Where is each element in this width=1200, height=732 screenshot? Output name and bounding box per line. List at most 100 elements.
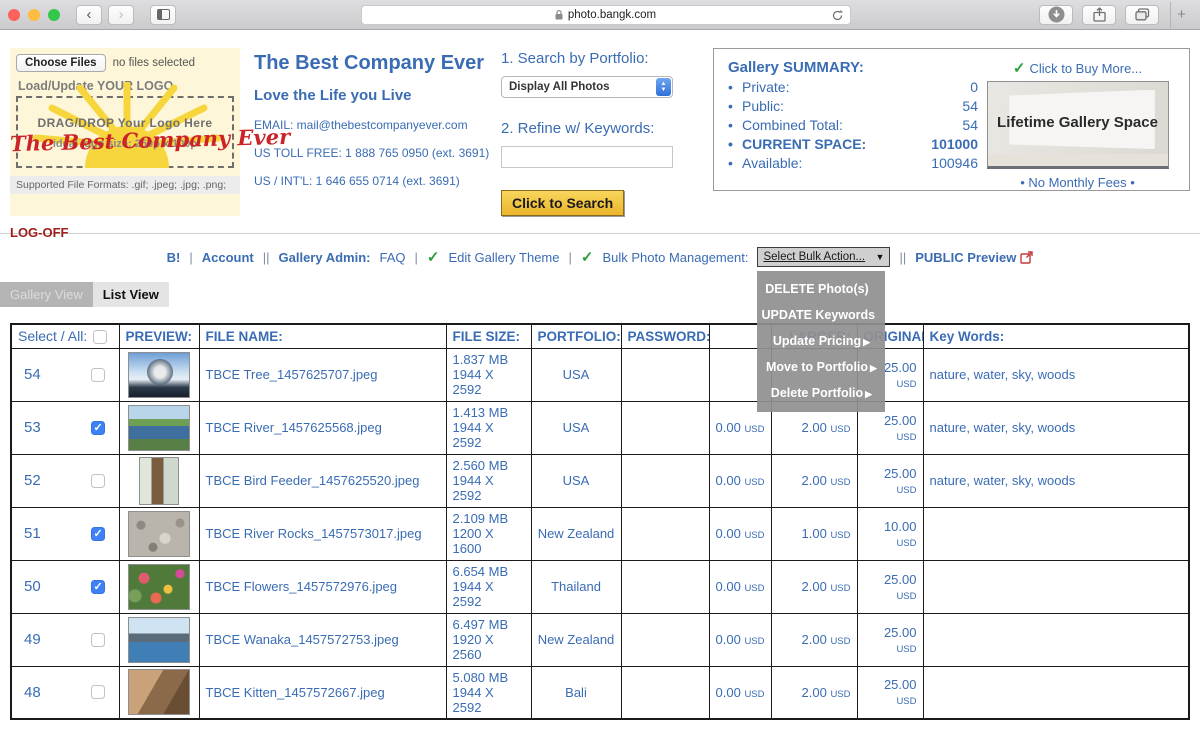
bulk-menu-item[interactable]: Update Pricing▶	[757, 328, 885, 354]
row-portfolio-cell: Bali	[531, 666, 621, 719]
row-web-price-cell: 0.00 USD	[709, 560, 771, 613]
close-window-button[interactable]	[8, 9, 20, 21]
admin-navbar: B! | Account || Gallery Admin: FAQ | ✓ E…	[0, 246, 1200, 268]
row-keywords-cell: nature, water, sky, woods	[923, 454, 1189, 507]
logo-dropzone[interactable]: DRAG/DROP Your Logo Here ideal logo size…	[16, 96, 234, 168]
row-select-cell: 51	[11, 507, 119, 560]
nav-faq-link[interactable]: FAQ	[379, 250, 405, 265]
bulk-menu-item[interactable]: DELETE Photo(s)▶	[757, 276, 885, 302]
choose-files-button[interactable]: Choose Files	[16, 54, 106, 72]
row-filename-cell: TBCE Kitten_1457572667.jpeg	[199, 666, 446, 719]
load-logo-label: Load/Update YOUR LOGO	[18, 79, 234, 93]
select-stepper-icon: ▲ ▼	[656, 78, 671, 96]
file-name-link[interactable]: TBCE Kitten_1457572667.jpeg	[206, 685, 385, 700]
larger-price: 1.00	[802, 526, 827, 541]
row-checkbox[interactable]	[91, 474, 105, 488]
original-price: 25.00	[884, 360, 917, 375]
bulk-menu-item[interactable]: UPDATE Keywords▶	[757, 302, 885, 328]
zoom-window-button[interactable]	[48, 9, 60, 21]
forward-button[interactable]: ›	[108, 5, 134, 25]
photo-thumbnail[interactable]	[128, 669, 190, 715]
search-button[interactable]: Click to Search	[501, 190, 624, 216]
summary-row: • Public: 54	[728, 98, 978, 114]
sidebar-button[interactable]	[150, 5, 176, 25]
larger-price: 2.00	[802, 579, 827, 594]
file-size: 1.837 MB	[453, 352, 525, 367]
public-preview-link[interactable]: PUBLIC Preview	[915, 250, 1033, 265]
photo-thumbnail[interactable]	[128, 617, 190, 663]
row-keywords-cell: nature, water, sky, woods	[923, 348, 1189, 401]
table-header-row: Select / All: PREVIEW: FILE NAME: FILE S…	[11, 324, 1189, 348]
address-bar[interactable]: photo.bangk.com	[361, 5, 851, 25]
header-filesize: FILE SIZE:	[446, 324, 531, 348]
downloads-button[interactable]	[1039, 5, 1073, 25]
back-button[interactable]: ‹	[76, 5, 102, 25]
tab-overview-button[interactable]	[1125, 5, 1159, 25]
nav-b-link[interactable]: B!	[167, 250, 181, 265]
row-keywords-cell	[923, 613, 1189, 666]
url-text: photo.bangk.com	[568, 9, 656, 21]
summary-row: • Combined Total: 54	[728, 117, 978, 133]
file-name-link[interactable]: TBCE River Rocks_1457573017.jpeg	[206, 526, 422, 541]
file-name-link[interactable]: TBCE Tree_1457625707.jpeg	[206, 367, 378, 382]
row-password-cell	[621, 401, 709, 454]
row-web-price-cell: 0.00 USD	[709, 507, 771, 560]
portfolio-select[interactable]: Display All Photos ▲ ▼	[501, 76, 673, 98]
share-button[interactable]	[1082, 5, 1116, 25]
original-price: 25.00	[884, 625, 917, 640]
file-name-link[interactable]: TBCE River_1457625568.jpeg	[206, 420, 382, 435]
currency-unit: USD	[744, 477, 764, 488]
log-off-link[interactable]: LOG-OFF	[10, 225, 69, 240]
table-row: 51 TBCE River Rocks_1457573017.jpeg 2.10…	[11, 507, 1189, 560]
company-info: The Best Company Ever Love the Life you …	[254, 48, 499, 216]
row-preview-cell	[119, 401, 199, 454]
minimize-window-button[interactable]	[28, 9, 40, 21]
photo-thumbnail[interactable]	[139, 457, 179, 505]
photo-thumbnail[interactable]	[128, 405, 190, 451]
file-dimensions: 1944 X 2592	[453, 473, 525, 503]
row-checkbox[interactable]	[91, 421, 105, 435]
currency-unit: USD	[744, 636, 764, 647]
caret-down-icon: ▼	[876, 252, 885, 262]
tab-list-view[interactable]: List View	[93, 282, 169, 307]
row-preview-cell	[119, 454, 199, 507]
row-checkbox[interactable]	[91, 685, 105, 699]
summary-value: 0	[916, 79, 978, 95]
larger-price: 2.00	[802, 473, 827, 488]
currency-unit: USD	[830, 689, 850, 700]
toolbar-right: +	[1039, 2, 1192, 28]
row-web-price-cell: 0.00 USD	[709, 613, 771, 666]
nav-edit-theme-link[interactable]: Edit Gallery Theme	[448, 250, 559, 265]
summary-value: 101000	[916, 136, 978, 152]
summary-row: • Available: 100946	[728, 155, 978, 171]
row-checkbox[interactable]	[91, 527, 105, 541]
bulk-menu-item[interactable]: Delete Portfolio▶	[757, 380, 885, 406]
file-name-link[interactable]: TBCE Flowers_1457572976.jpeg	[206, 579, 398, 594]
keywords-input[interactable]	[501, 146, 673, 168]
new-tab-button[interactable]: +	[1170, 2, 1192, 28]
row-filename-cell: TBCE River Rocks_1457573017.jpeg	[199, 507, 446, 560]
row-checkbox[interactable]	[91, 368, 105, 382]
tab-gallery-view[interactable]: Gallery View	[0, 282, 93, 307]
select-all-checkbox[interactable]	[93, 330, 107, 344]
file-name-link[interactable]: TBCE Wanaka_1457572753.jpeg	[206, 632, 399, 647]
row-portfolio-cell: USA	[531, 401, 621, 454]
gallery-space-image[interactable]: Lifetime Gallery Space	[987, 81, 1169, 169]
photo-thumbnail[interactable]	[128, 511, 190, 557]
row-checkbox[interactable]	[91, 580, 105, 594]
company-email: EMAIL: mail@thebestcompanyever.com	[254, 118, 499, 132]
currency-unit: USD	[896, 432, 916, 443]
gallery-summary-box: Gallery SUMMARY: • Private: 0 • Public: …	[713, 48, 1190, 191]
photo-thumbnail[interactable]	[128, 352, 190, 398]
row-portfolio-cell: Thailand	[531, 560, 621, 613]
row-checkbox[interactable]	[91, 633, 105, 647]
nav-account-link[interactable]: Account	[202, 250, 254, 265]
buy-more-link[interactable]: ✓ Click to Buy More...	[1013, 59, 1142, 77]
web-price: 0.00	[716, 579, 741, 594]
bulk-menu-item[interactable]: Move to Portfolio▶	[757, 354, 885, 380]
summary-label: Public:	[742, 98, 916, 114]
file-name-link[interactable]: TBCE Bird Feeder_1457625520.jpeg	[206, 473, 420, 488]
photo-thumbnail[interactable]	[128, 564, 190, 610]
reload-icon[interactable]	[831, 9, 844, 22]
bulk-action-dropdown[interactable]: Select Bulk Action... ▼	[757, 247, 890, 267]
